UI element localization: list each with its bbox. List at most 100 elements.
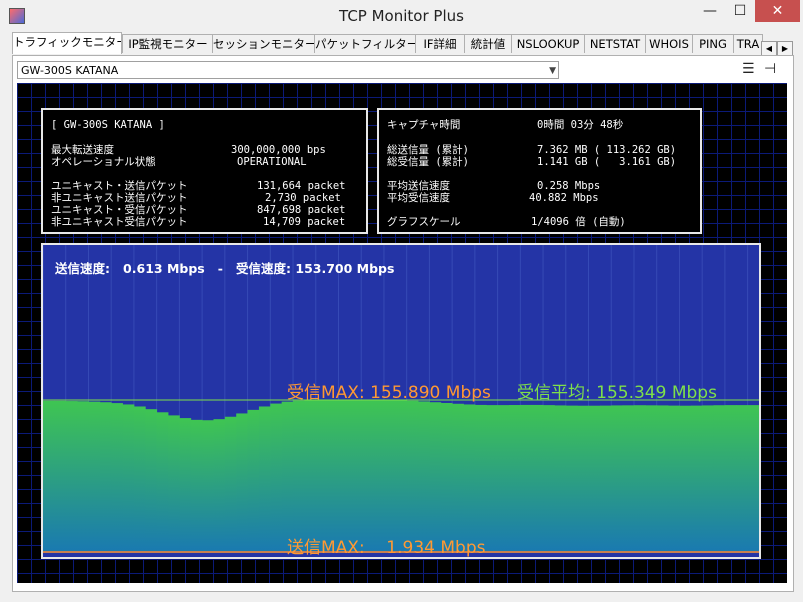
tab-nslookup[interactable]: NSLOOKUP — [511, 34, 585, 53]
recv-avg-label: 受信平均: 155.349 Mbps — [517, 383, 717, 403]
recv-bar — [508, 405, 521, 551]
recv-bar — [452, 403, 464, 551]
tab-session-monitor[interactable]: セッションモニター — [212, 34, 316, 53]
send-max-label: 送信MAX: 1.934 Mbps — [287, 538, 486, 558]
graph-scale-value: 1/4096 倍 (自動) — [531, 216, 626, 228]
avg-send-label: 平均送信速度 — [387, 180, 450, 192]
recv-bar — [304, 400, 317, 551]
nonunicast-send-label: 非ユニキャスト送信パケット — [51, 192, 188, 204]
close-button[interactable]: ✕ — [755, 0, 800, 22]
recv-bar — [168, 415, 180, 551]
recv-bar — [747, 405, 759, 551]
adapter-select[interactable]: GW-300S KATANA ▼ — [17, 61, 559, 79]
total-sent-value: 7.362 MB ( 113.262 GB) — [537, 144, 677, 156]
total-recv-value: 1.141 GB ( 3.161 GB) — [537, 156, 677, 168]
recv-bar — [554, 405, 567, 551]
recv-bar — [372, 399, 385, 551]
tab-packet-filter[interactable]: パケットフィルター — [314, 34, 416, 53]
recv-bar — [633, 405, 646, 551]
recv-bar — [679, 405, 692, 551]
recv-bar — [179, 418, 192, 551]
recv-bar — [440, 402, 453, 551]
recv-bar — [543, 405, 555, 551]
maximize-button[interactable]: ☐ — [725, 0, 755, 22]
traffic-graph: 送信速度: 0.613 Mbps - 受信速度: 153.700 Mbps 受信… — [41, 243, 761, 559]
recv-bar — [236, 413, 248, 551]
recv-bar — [224, 416, 237, 551]
nonunicast-send-value: 2,730 packet — [265, 192, 341, 204]
window-title: TCP Monitor Plus — [339, 7, 464, 25]
unicast-recv-value: 847,698 packet — [257, 204, 346, 216]
recv-bar — [361, 400, 373, 551]
recv-bar — [611, 405, 624, 551]
capture-info-box: キャプチャ時間 0時間 03分 48秒 総送信量 (累計) 7.362 MB (… — [377, 108, 702, 234]
adapter-info-box: [ GW-300S KATANA ] 最大転送速度 300,000,000 bp… — [41, 108, 368, 234]
recv-bar — [724, 405, 737, 551]
recv-bar — [213, 419, 226, 551]
recv-bar — [531, 404, 544, 551]
minimize-button[interactable]: — — [695, 0, 725, 22]
recv-bar — [599, 405, 612, 551]
recv-bar — [133, 406, 146, 551]
recv-bar — [54, 400, 67, 551]
recv-bar — [145, 409, 158, 551]
max-speed-value: 300,000,000 bps — [231, 144, 326, 156]
unicast-recv-label: ユニキャスト・受信パケット — [51, 204, 188, 216]
recv-bar — [656, 405, 669, 551]
recv-max-label: 受信MAX: 155.890 Mbps — [287, 383, 491, 403]
recv-bar — [668, 405, 680, 551]
recv-bar — [122, 404, 135, 551]
tab-if-detail[interactable]: IF詳細 — [415, 34, 465, 53]
recv-bar — [88, 401, 101, 551]
recv-bar — [349, 400, 362, 551]
recv-bar — [429, 402, 442, 551]
avg-recv-value: 40.882 Mbps — [529, 192, 599, 204]
recv-bar — [577, 405, 589, 551]
avg-send-value: 0.258 Mbps — [537, 180, 601, 192]
recv-bar — [690, 405, 703, 551]
total-sent-label: 総送信量 (累計) — [387, 144, 469, 156]
pin-icon[interactable]: ⊣ — [764, 61, 776, 77]
recv-bar — [520, 404, 533, 551]
adapter-name: [ GW-300S KATANA ] — [51, 119, 165, 131]
recv-bar — [395, 400, 408, 551]
recv-bar — [418, 401, 430, 551]
total-recv-label: 総受信量 (累計) — [387, 156, 469, 168]
avg-recv-label: 平均受信速度 — [387, 192, 450, 204]
recv-bar — [281, 401, 294, 551]
recv-bar — [463, 404, 476, 551]
recv-bar — [77, 401, 89, 551]
speed-readout: 送信速度: 0.613 Mbps - 受信速度: 153.700 Mbps — [55, 261, 395, 276]
tab-whois[interactable]: WHOIS — [645, 34, 693, 53]
tab-ip-monitor[interactable]: IP監視モニター — [122, 34, 214, 53]
recv-bar — [247, 409, 260, 551]
recv-bar — [406, 400, 419, 551]
recv-bar — [111, 403, 123, 551]
tab-ping[interactable]: PING — [692, 34, 734, 53]
recv-bar — [622, 405, 635, 551]
tab-traceroute[interactable]: TRA — [733, 34, 763, 53]
chevron-down-icon: ▼ — [549, 66, 556, 76]
recv-bar — [270, 403, 283, 551]
tab-scroll: ◀ ▶ — [761, 36, 793, 57]
tab-traffic-monitor[interactable]: トラフィックモニター — [12, 32, 122, 54]
recv-bar — [202, 420, 214, 551]
recv-bar — [588, 405, 601, 551]
recv-bar — [702, 405, 714, 551]
recv-bar — [327, 400, 339, 551]
adapter-select-value: GW-300S KATANA — [21, 64, 119, 77]
recv-bar — [497, 405, 510, 551]
recv-bar — [99, 402, 112, 551]
title-bar: TCP Monitor Plus — ☐ ✕ — [0, 0, 803, 32]
recv-bar — [383, 400, 396, 551]
tab-statistics[interactable]: 統計値 — [464, 34, 512, 53]
recv-bar — [338, 400, 351, 551]
unicast-send-label: ユニキャスト・送信パケット — [51, 180, 188, 192]
capture-time-value: 0時間 03分 48秒 — [537, 119, 624, 131]
recv-bar — [156, 412, 169, 551]
recv-bar — [736, 405, 749, 551]
recv-bar — [258, 406, 271, 551]
list-icon[interactable]: ☰ — [742, 61, 755, 77]
tab-netstat[interactable]: NETSTAT — [584, 34, 646, 53]
recv-bar — [565, 405, 578, 551]
